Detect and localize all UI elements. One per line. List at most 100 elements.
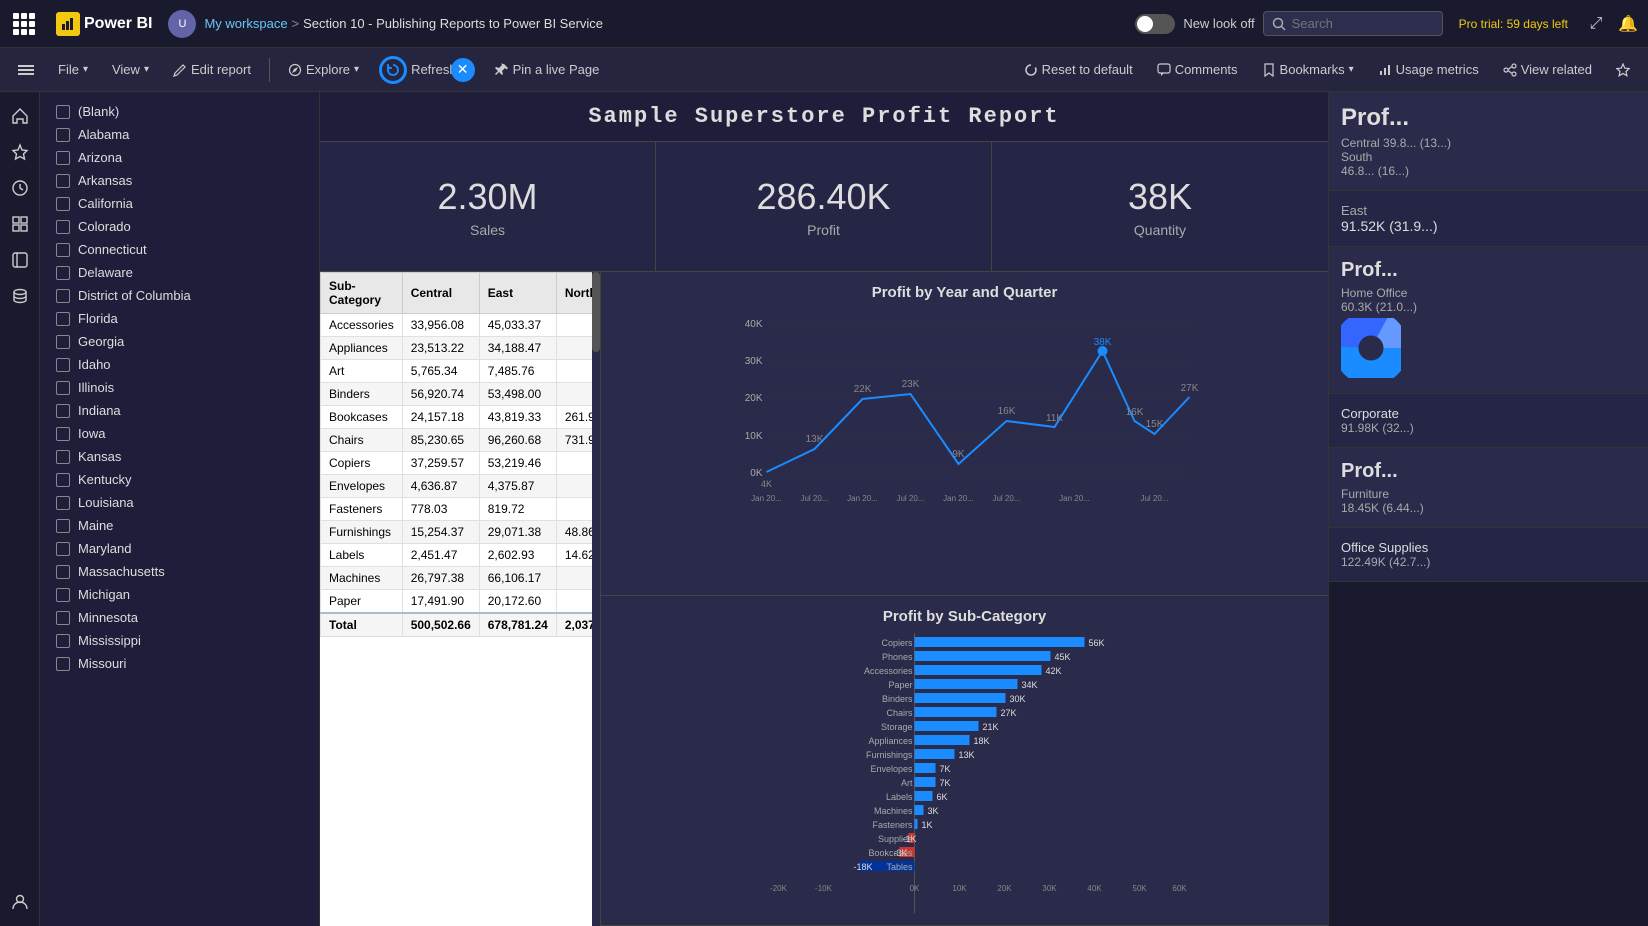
expand-icon[interactable]: ⤢ [1584, 12, 1608, 36]
state-item[interactable]: (Blank) [48, 100, 311, 123]
state-checkbox[interactable] [56, 519, 70, 533]
state-checkbox[interactable] [56, 473, 70, 487]
explore-button[interactable]: Explore ▾ [278, 56, 369, 83]
svg-text:Binders: Binders [882, 694, 913, 704]
usage-metrics-button[interactable]: Usage metrics [1368, 56, 1489, 83]
edit-report-button[interactable]: Edit report [163, 56, 261, 83]
file-menu[interactable]: File ▾ [48, 56, 98, 83]
state-item[interactable]: Idaho [48, 353, 311, 376]
data-table-container[interactable]: Sub-CategoryCentralEastNorthEASTSouthSou… [320, 272, 600, 926]
state-label: Delaware [78, 265, 133, 280]
workspaces-button[interactable] [4, 244, 36, 276]
state-checkbox[interactable] [56, 427, 70, 441]
state-checkbox[interactable] [56, 105, 70, 119]
apps-button[interactable] [4, 208, 36, 240]
reset-button[interactable]: Reset to default [1014, 56, 1143, 83]
state-checkbox[interactable] [56, 496, 70, 510]
state-item[interactable]: Iowa [48, 422, 311, 445]
bookmarks-button[interactable]: Bookmarks ▾ [1252, 56, 1364, 83]
state-item[interactable]: Connecticut [48, 238, 311, 261]
state-checkbox[interactable] [56, 151, 70, 165]
refresh-button[interactable]: Refresh ✕ [373, 56, 481, 84]
search-input[interactable] [1292, 16, 1412, 31]
state-item[interactable]: Missouri [48, 652, 311, 675]
state-checkbox[interactable] [56, 174, 70, 188]
profile-button[interactable] [4, 886, 36, 918]
comments-button[interactable]: Comments [1147, 56, 1248, 83]
state-item[interactable]: Indiana [48, 399, 311, 422]
table-row[interactable]: Fasteners778.03819.72503.32 [321, 498, 601, 521]
state-item[interactable]: California [48, 192, 311, 215]
state-item[interactable]: Maryland [48, 537, 311, 560]
table-row[interactable]: Chairs85,230.6596,260.68731.9444,444.511 [321, 429, 601, 452]
state-checkbox[interactable] [56, 197, 70, 211]
svg-text:Chairs: Chairs [886, 708, 913, 718]
state-checkbox[interactable] [56, 220, 70, 234]
state-item[interactable]: Arkansas [48, 169, 311, 192]
view-menu[interactable]: View ▾ [102, 56, 159, 83]
state-item[interactable]: Delaware [48, 261, 311, 284]
cancel-refresh-button[interactable]: ✕ [451, 58, 475, 82]
table-row[interactable]: Art5,765.347,485.764,655.628.56 [321, 360, 601, 383]
table-cell: Bookcases [321, 406, 403, 429]
table-row[interactable]: Bookcases24,157.1843,819.33261.9610,637.… [321, 406, 601, 429]
state-item[interactable]: Illinois [48, 376, 311, 399]
state-item[interactable]: Michigan [48, 583, 311, 606]
state-checkbox[interactable] [56, 335, 70, 349]
state-checkbox[interactable] [56, 634, 70, 648]
svg-text:15K: 15K [1146, 419, 1164, 430]
home-button[interactable] [4, 100, 36, 132]
state-checkbox[interactable] [56, 312, 70, 326]
table-row[interactable]: Accessories33,956.0845,033.3727,276.75 [321, 314, 601, 337]
state-item[interactable]: Massachusetts [48, 560, 311, 583]
notification-icon[interactable]: 🔔 [1616, 12, 1640, 36]
state-item[interactable]: Arizona [48, 146, 311, 169]
state-item[interactable]: Kentucky [48, 468, 311, 491]
favorite-button[interactable] [1606, 57, 1640, 83]
table-row[interactable]: Appliances23,513.2234,188.4719,525.3368.… [321, 337, 601, 360]
table-row[interactable]: Binders56,920.7453,498.0037,030.34410.52 [321, 383, 601, 406]
state-item[interactable]: Minnesota [48, 606, 311, 629]
table-row[interactable]: Envelopes4,636.874,375.873,345.56 [321, 475, 601, 498]
table-scrollbar[interactable] [592, 272, 600, 926]
state-checkbox[interactable] [56, 542, 70, 556]
state-checkbox[interactable] [56, 266, 70, 280]
workspace-link[interactable]: My workspace [204, 16, 287, 31]
app-grid-button[interactable] [8, 8, 40, 40]
new-look-toggle[interactable] [1135, 14, 1175, 34]
hamburger-menu[interactable] [8, 56, 44, 84]
state-item[interactable]: Mississippi [48, 629, 311, 652]
state-checkbox[interactable] [56, 450, 70, 464]
state-checkbox[interactable] [56, 565, 70, 579]
view-related-button[interactable]: View related [1493, 56, 1602, 83]
table-row[interactable]: Furnishings15,254.3729,071.3848.8617,306… [321, 521, 601, 544]
recent-button[interactable] [4, 172, 36, 204]
pin-live-button[interactable]: Pin a live Page [485, 56, 610, 83]
bar-chart-area: 56K Copiers 45K Phones 42K Accessories [613, 633, 1316, 913]
state-checkbox[interactable] [56, 657, 70, 671]
state-item[interactable]: Georgia [48, 330, 311, 353]
state-item[interactable]: Maine [48, 514, 311, 537]
state-checkbox[interactable] [56, 611, 70, 625]
state-checkbox[interactable] [56, 358, 70, 372]
state-item[interactable]: Alabama [48, 123, 311, 146]
state-item[interactable]: District of Columbia [48, 284, 311, 307]
user-avatar[interactable]: U [168, 10, 196, 38]
datasets-button[interactable] [4, 280, 36, 312]
state-checkbox[interactable] [56, 404, 70, 418]
state-item[interactable]: Florida [48, 307, 311, 330]
table-row[interactable]: Labels2,451.472,602.9314.622,353.18 [321, 544, 601, 567]
state-checkbox[interactable] [56, 243, 70, 257]
state-checkbox[interactable] [56, 588, 70, 602]
search-box[interactable] [1263, 11, 1443, 36]
table-row[interactable]: Paper17,491.9020,172.6014,135.4315.55 [321, 590, 601, 614]
state-item[interactable]: Louisiana [48, 491, 311, 514]
table-row[interactable]: Machines26,797.3866,106.1753,890.96 [321, 567, 601, 590]
state-item[interactable]: Kansas [48, 445, 311, 468]
table-row[interactable]: Copiers37,259.5753,219.469,299.76 [321, 452, 601, 475]
state-checkbox[interactable] [56, 381, 70, 395]
state-checkbox[interactable] [56, 289, 70, 303]
favorites-button[interactable] [4, 136, 36, 168]
state-item[interactable]: Colorado [48, 215, 311, 238]
state-checkbox[interactable] [56, 128, 70, 142]
